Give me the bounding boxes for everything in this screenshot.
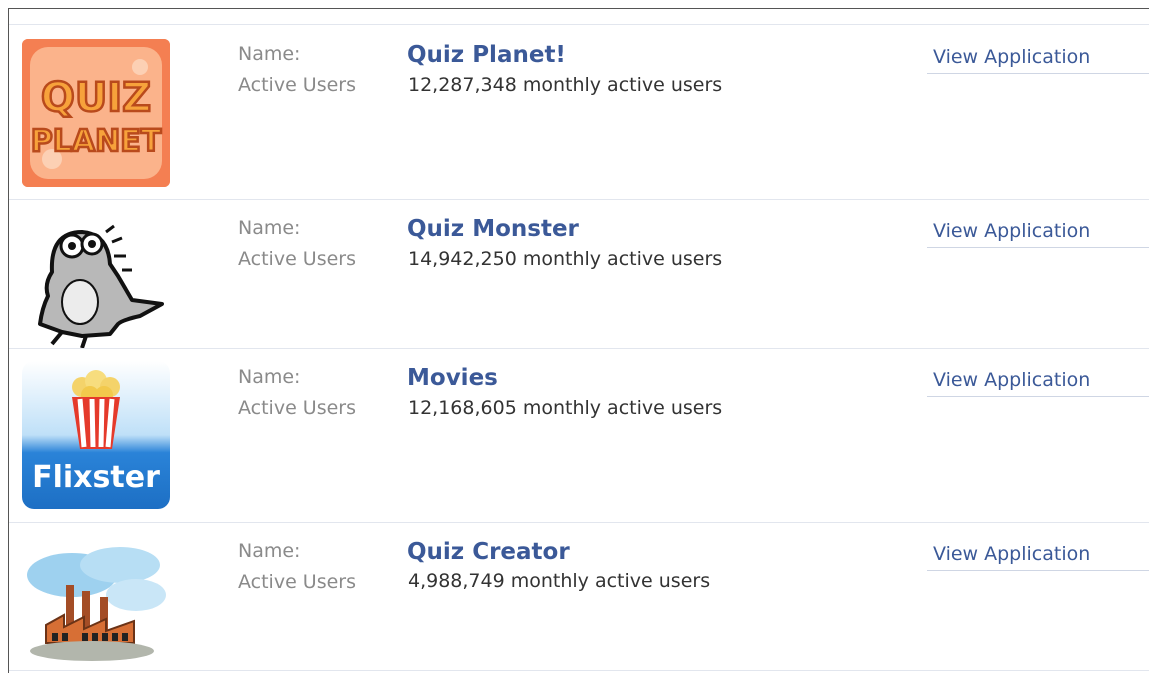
app-name-link[interactable]: Movies [407, 365, 498, 391]
flixster-icon[interactable]: Flixster [22, 361, 170, 509]
quiz-planet-icon[interactable]: QUIZ PLANET [22, 39, 170, 187]
active-users-label: Active Users [238, 248, 357, 270]
divider [9, 670, 1149, 671]
view-application-label[interactable]: View Application [933, 220, 1090, 242]
view-application-button[interactable]: View Application [927, 365, 1149, 397]
active-users-value: 12,168,605 monthly active users [408, 397, 723, 419]
name-label: Name: [238, 540, 301, 562]
app-name-link[interactable]: Quiz Creator [407, 539, 570, 565]
view-application-label[interactable]: View Application [933, 369, 1090, 391]
list-item-movies: Flixster Name: Active Users Movies 12,16… [9, 349, 1149, 523]
svg-text:QUIZ: QUIZ [41, 75, 151, 121]
name-label: Name: [238, 43, 301, 65]
active-users-value: 14,942,250 monthly active users [408, 248, 723, 270]
active-users-label: Active Users [238, 397, 357, 419]
app-name-link[interactable]: Quiz Monster [407, 216, 579, 242]
view-application-button[interactable]: View Application [927, 539, 1149, 571]
view-application-button[interactable]: View Application [927, 216, 1149, 248]
view-application-button[interactable]: View Application [927, 42, 1149, 74]
app-name-link[interactable]: Quiz Planet! [407, 42, 566, 68]
active-users-value: 4,988,749 monthly active users [408, 570, 711, 592]
monster-icon[interactable] [22, 212, 170, 360]
factory-icon[interactable] [22, 535, 170, 683]
list-item-quiz-planet: QUIZ PLANET Name: Active Users Quiz Plan… [9, 25, 1149, 199]
active-users-label: Active Users [238, 571, 357, 593]
svg-text:PLANET: PLANET [31, 124, 162, 159]
name-label: Name: [238, 366, 301, 388]
view-application-label[interactable]: View Application [933, 46, 1090, 68]
active-users-value: 12,287,348 monthly active users [408, 74, 723, 96]
svg-text:Flixster: Flixster [32, 460, 160, 495]
active-users-label: Active Users [238, 74, 357, 96]
view-application-label[interactable]: View Application [933, 543, 1090, 565]
name-label: Name: [238, 217, 301, 239]
